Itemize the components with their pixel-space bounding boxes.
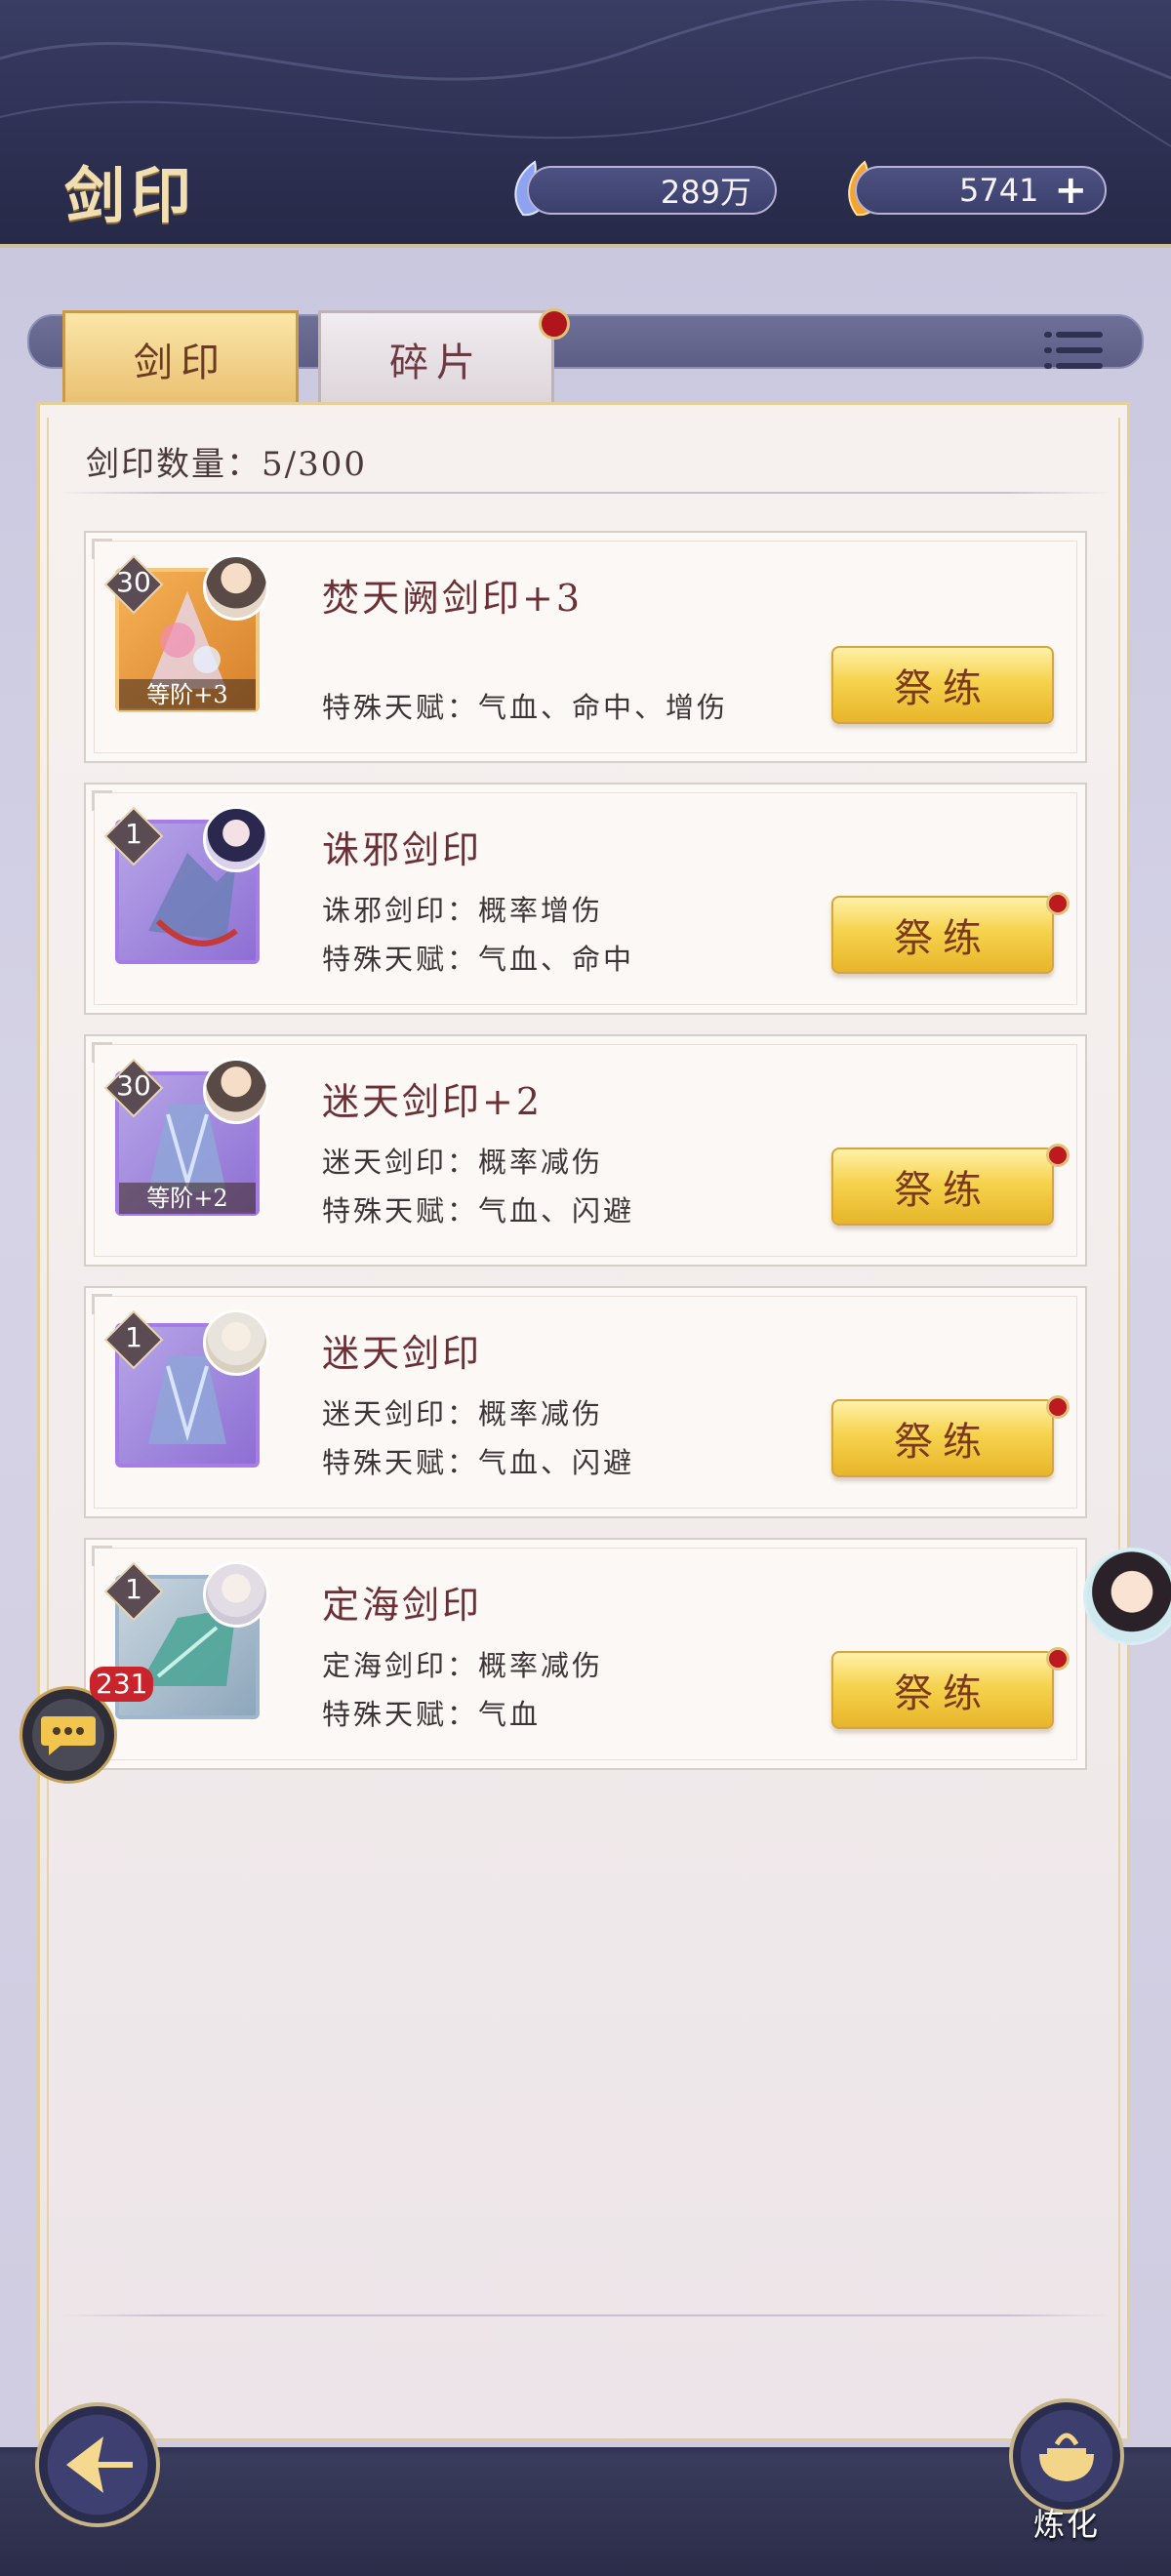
seal-name: 定海剑印	[322, 1584, 483, 1627]
seal-card[interactable]: 30 等阶+2 迷天剑印+2 迷天剑印：概率减伤 特殊天赋：气血、闪避 祭练	[84, 1034, 1087, 1267]
list-menu-icon[interactable]	[1042, 328, 1105, 377]
divider	[61, 492, 1110, 494]
gold-currency-display: 5741 +	[855, 166, 1107, 215]
refine-button[interactable]: 祭练	[831, 896, 1054, 974]
back-arrow-icon	[66, 2436, 133, 2493]
divider	[61, 2314, 1110, 2316]
seal-talent-text: 特殊天赋：气血、闪避	[322, 1194, 635, 1228]
seal-talent-text: 特殊天赋：气血、命中、增伤	[322, 691, 729, 724]
gold-amount: 5741	[959, 172, 1039, 209]
seal-name: 迷天剑印+2	[322, 1080, 544, 1123]
seal-name: 迷天剑印	[322, 1332, 483, 1375]
jade-amount: 289万	[660, 174, 751, 211]
seal-talent-text: 特殊天赋：气血、闪避	[322, 1446, 635, 1479]
hero-avatar	[203, 554, 269, 621]
seal-talent-text: 特殊天赋：气血、命中	[322, 943, 635, 976]
seal-grade: 等阶+2	[119, 1183, 256, 1214]
assistant-avatar[interactable]	[1083, 1548, 1171, 1645]
jade-currency-display: 289万	[527, 166, 777, 215]
refine-notification-dot	[1046, 1647, 1070, 1670]
refine-button[interactable]: 祭练	[831, 1651, 1054, 1729]
seal-card[interactable]: 1 迷天剑印 迷天剑印：概率减伤 特殊天赋：气血、闪避 祭练	[84, 1286, 1087, 1518]
chat-icon	[41, 1716, 96, 1755]
refine-button[interactable]: 祭练	[831, 1147, 1054, 1226]
seal-level: 30	[116, 1069, 151, 1102]
add-gold-button[interactable]: +	[1054, 171, 1087, 210]
seal-effect-text: 迷天剑印：概率减伤	[322, 1146, 604, 1179]
seal-card[interactable]: 1 诛邪剑印 诛邪剑印：概率增伤 特殊天赋：气血、命中 祭练	[84, 783, 1087, 1015]
refine-button[interactable]: 祭练	[831, 1399, 1054, 1477]
refine-nav-button[interactable]	[1009, 2398, 1124, 2514]
fragments-notification-dot	[539, 308, 570, 340]
seal-level: 30	[116, 566, 151, 598]
seal-card[interactable]: 1 定海剑印 定海剑印：概率减伤 特殊天赋：气血 祭练	[84, 1538, 1087, 1770]
tab-fragments[interactable]: 碎片	[318, 310, 554, 404]
cauldron-icon	[1039, 2433, 1094, 2481]
seal-name: 诛邪剑印	[322, 828, 483, 871]
seal-talent-text: 特殊天赋：气血	[322, 1698, 542, 1731]
refine-button[interactable]: 祭练	[831, 646, 1054, 724]
refine-nav-label: 炼化	[1032, 2506, 1100, 2543]
seal-name: 焚天阙剑印+3	[322, 577, 584, 620]
hero-avatar	[203, 1309, 269, 1376]
seal-effect-text: 迷天剑印：概率减伤	[322, 1397, 604, 1430]
seal-level: 1	[125, 1321, 142, 1353]
hero-avatar	[203, 1058, 269, 1124]
seal-effect-text: 定海剑印：概率减伤	[322, 1649, 604, 1682]
refine-notification-dot	[1046, 892, 1070, 915]
refine-notification-dot	[1046, 1144, 1070, 1167]
refine-notification-dot	[1046, 1395, 1070, 1419]
bottom-bar	[0, 2455, 1171, 2576]
page-title: 剑印	[64, 160, 198, 231]
seal-grade: 等阶+3	[119, 679, 256, 710]
tab-sword-seal[interactable]: 剑印	[62, 310, 299, 404]
seal-effect-text: 诛邪剑印：概率增伤	[322, 894, 604, 927]
hero-avatar	[203, 806, 269, 872]
seal-level: 1	[125, 1573, 142, 1605]
seal-card[interactable]: 30 等阶+3 焚天阙剑印+3 特殊天赋：气血、命中、增伤 祭练	[84, 531, 1087, 763]
seal-level: 1	[125, 818, 142, 850]
seal-count-label: 剑印数量：5/300	[86, 445, 367, 484]
chat-unread-badge: 231	[90, 1667, 154, 1702]
hero-avatar	[203, 1561, 269, 1628]
back-button[interactable]	[35, 2402, 160, 2527]
